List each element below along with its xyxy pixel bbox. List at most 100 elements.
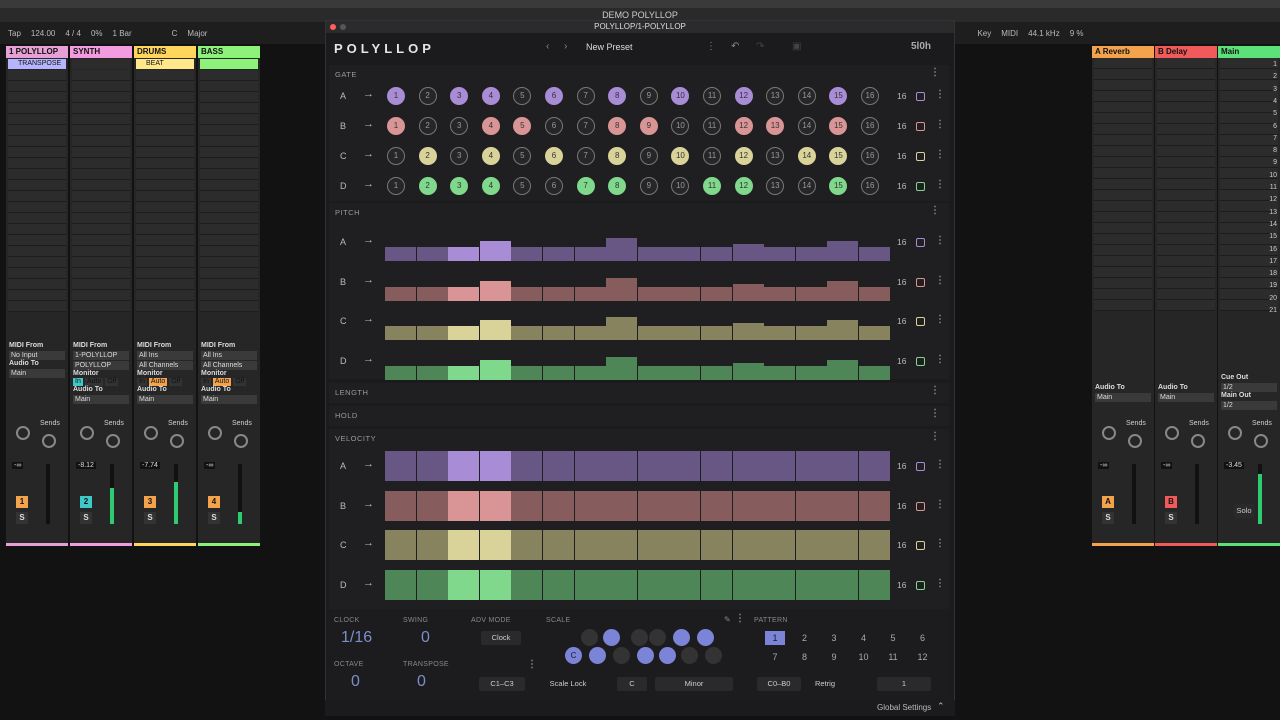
pitch-bar[interactable] xyxy=(416,365,448,380)
clip-slot[interactable] xyxy=(72,136,130,147)
tap-button[interactable]: Tap xyxy=(8,29,21,38)
velocity-bar[interactable] xyxy=(795,490,827,521)
velocity-bar[interactable] xyxy=(669,451,701,481)
clip-slot[interactable] xyxy=(8,235,66,246)
clip-slot[interactable] xyxy=(1094,58,1152,69)
row-menu-icon[interactable]: ⋮ xyxy=(935,235,945,246)
clip-slot[interactable] xyxy=(72,191,130,202)
clip-slot[interactable] xyxy=(1094,113,1152,124)
key-map-button[interactable]: Key xyxy=(977,29,991,38)
clip-slot[interactable] xyxy=(1157,146,1215,157)
clip-slot[interactable] xyxy=(1220,113,1278,124)
pitch-bar[interactable] xyxy=(385,247,416,261)
row-arrow-icon[interactable]: → xyxy=(363,178,374,190)
gate-step[interactable]: 5 xyxy=(513,87,532,105)
velocity-bar[interactable] xyxy=(795,569,827,600)
clip-slot[interactable] xyxy=(1094,69,1152,80)
clip-slot[interactable] xyxy=(1094,179,1152,190)
volume-readout[interactable]: -∞ xyxy=(12,462,24,469)
clip-slot[interactable] xyxy=(1220,157,1278,168)
clip-slot[interactable] xyxy=(8,224,66,235)
velocity-bar[interactable] xyxy=(827,530,859,560)
track-header[interactable]: 1 POLYLLOP xyxy=(6,46,68,58)
pattern-2[interactable]: 2 xyxy=(795,631,815,645)
clip-slot[interactable] xyxy=(200,81,258,92)
pattern-4[interactable]: 4 xyxy=(854,631,874,645)
gate-step[interactable]: 6 xyxy=(545,117,563,135)
gate-step[interactable]: 1 xyxy=(387,117,405,135)
clip-slot[interactable] xyxy=(1220,80,1278,91)
send-b-knob[interactable] xyxy=(1254,434,1268,448)
scale-note[interactable] xyxy=(581,629,598,646)
clip-slot[interactable] xyxy=(136,114,194,125)
gate-step[interactable]: 2 xyxy=(418,87,437,105)
monitor-off-button[interactable]: Off xyxy=(233,378,247,386)
scale-note[interactable] xyxy=(589,647,606,664)
clip[interactable] xyxy=(72,59,130,69)
track-header[interactable]: B Delay xyxy=(1155,46,1217,58)
gate-step[interactable]: 7 xyxy=(576,117,595,135)
gate-step[interactable]: 8 xyxy=(608,117,627,135)
pattern-range-select[interactable]: C0–B0 xyxy=(757,677,801,691)
solo-button[interactable]: S xyxy=(1102,512,1114,524)
clip-slot[interactable] xyxy=(136,279,194,290)
clip-slot[interactable] xyxy=(72,169,130,180)
scale-note[interactable] xyxy=(613,647,630,664)
clip-slot[interactable] xyxy=(1157,190,1215,201)
velocity-bar[interactable] xyxy=(511,569,543,600)
clip-slot[interactable] xyxy=(200,224,258,235)
row-menu-icon[interactable]: ⋮ xyxy=(935,499,945,510)
pitch-bar[interactable] xyxy=(701,247,732,261)
clip-slot[interactable] xyxy=(8,279,66,290)
clip-slot[interactable] xyxy=(8,191,66,202)
gate-step[interactable]: 14 xyxy=(797,87,816,105)
clip-slot[interactable] xyxy=(136,301,194,312)
row-length[interactable]: 16 xyxy=(897,316,906,326)
gate-step[interactable]: 7 xyxy=(576,87,595,105)
clip-slot[interactable] xyxy=(1157,102,1215,113)
pitch-bar[interactable] xyxy=(543,365,574,380)
row-arrow-icon[interactable]: → xyxy=(363,537,374,549)
clip-slot[interactable] xyxy=(136,224,194,235)
clip-slot[interactable] xyxy=(136,246,194,257)
section-menu-icon[interactable]: ⋮ xyxy=(930,408,940,419)
row-arrow-icon[interactable]: → xyxy=(363,313,374,325)
volume-readout[interactable]: -∞ xyxy=(1098,462,1110,469)
pitch-bar[interactable] xyxy=(732,362,764,380)
pitch-bar[interactable] xyxy=(574,326,606,340)
clip-slot[interactable] xyxy=(1094,201,1152,212)
send-a-knob[interactable] xyxy=(1165,426,1179,440)
clip-slot[interactable] xyxy=(72,114,130,125)
clip-slot[interactable] xyxy=(72,103,130,114)
pitch-bar[interactable] xyxy=(479,241,511,261)
clip-slot[interactable] xyxy=(8,125,66,136)
clip-slot[interactable] xyxy=(1157,58,1215,69)
row-arrow-icon[interactable]: → xyxy=(363,118,374,130)
row-arrow-icon[interactable]: → xyxy=(363,577,374,589)
pitch-bar[interactable] xyxy=(764,365,796,380)
velocity-bar[interactable] xyxy=(732,569,764,600)
gate-step[interactable]: 13 xyxy=(766,87,785,105)
velocity-bar[interactable] xyxy=(416,530,448,560)
pitch-bar[interactable] xyxy=(448,326,480,340)
global-settings-button[interactable]: Global Settings xyxy=(877,703,931,712)
gate-step[interactable]: 1 xyxy=(387,147,405,165)
clip-slot[interactable] xyxy=(136,257,194,268)
velocity-bar[interactable] xyxy=(385,490,416,521)
clip-slot[interactable] xyxy=(72,158,130,169)
gate-step[interactable]: 12 xyxy=(734,147,753,165)
velocity-bar[interactable] xyxy=(448,530,480,560)
pitch-bar[interactable] xyxy=(669,247,701,261)
clip-slot[interactable] xyxy=(8,301,66,312)
pitch-bar[interactable] xyxy=(827,320,859,340)
velocity-bar[interactable] xyxy=(859,530,890,560)
clip-slot[interactable] xyxy=(72,257,130,268)
clip-slot[interactable] xyxy=(1157,267,1215,278)
velocity-bar[interactable] xyxy=(479,569,511,600)
pitch-bar[interactable] xyxy=(543,326,574,340)
pitch-bar[interactable] xyxy=(511,365,543,380)
clip-slot[interactable] xyxy=(72,279,130,290)
preset-name[interactable]: New Preset xyxy=(586,42,633,52)
velocity-bar[interactable] xyxy=(637,569,669,600)
chevron-up-icon[interactable]: ⌃ xyxy=(937,701,945,712)
